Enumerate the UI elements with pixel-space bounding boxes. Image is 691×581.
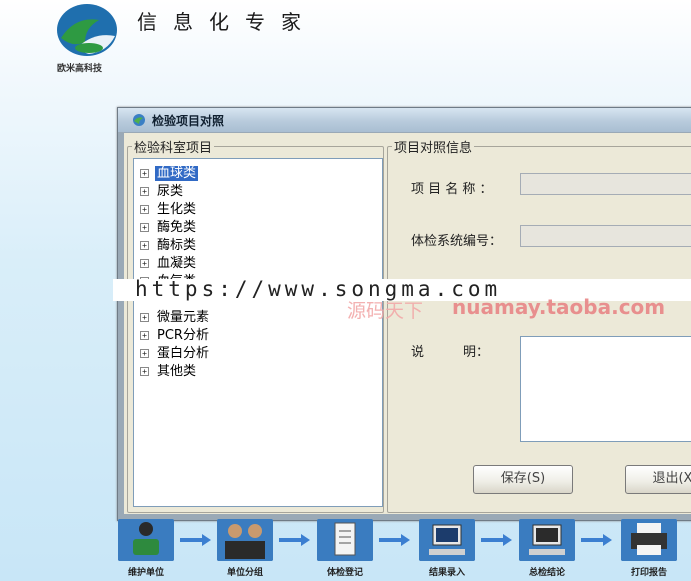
expand-icon[interactable]: +	[140, 367, 149, 376]
watermark-en: nuamay.taoba.com	[452, 295, 666, 319]
description-field[interactable]	[520, 336, 691, 442]
watermark-cn: 源码天下	[347, 300, 424, 322]
expand-icon[interactable]: +	[140, 349, 149, 358]
step-label: 总检结论	[528, 568, 565, 578]
tree-item[interactable]: + 其他类	[140, 360, 198, 379]
tree-item[interactable]: + 蛋白分析	[140, 342, 211, 361]
unit-icon	[118, 519, 174, 561]
expand-icon[interactable]: +	[140, 313, 149, 322]
tree-item[interactable]: + 血凝类	[140, 252, 198, 271]
dialog-client: 检验科室项目 +血球类 +尿类 +生化类 +酶免类 +酶标类 +血凝类 +血气类…	[124, 133, 691, 514]
tree-item[interactable]: + 生化类	[140, 198, 198, 217]
step-label: 结果录入	[428, 568, 465, 578]
mapping-info-legend: 项目对照信息	[394, 141, 473, 156]
step-label: 打印报告	[630, 568, 667, 578]
item-name-field[interactable]	[520, 173, 691, 195]
step-label: 维护单位	[127, 568, 164, 578]
workflow-bar: 维护单位 单位分组 体检登记 结果录入 总检结论 打印报告	[0, 519, 691, 581]
monitor-icon	[519, 519, 575, 561]
expand-icon[interactable]: +	[140, 223, 149, 232]
exam-code-label: 体检系统编号：	[411, 234, 503, 249]
step-summary-conclusion[interactable]: 总检结论	[519, 519, 575, 581]
company-logo	[57, 4, 117, 56]
tree-item[interactable]: + 酶标类	[140, 234, 198, 253]
group-icon	[217, 519, 273, 561]
exit-button[interactable]: 退出(X)	[625, 465, 691, 494]
company-name: 欧米高科技	[57, 64, 103, 74]
step-unit-group[interactable]: 单位分组	[217, 519, 273, 581]
lab-items-legend: 检验科室项目	[134, 141, 213, 156]
step-result-entry[interactable]: 结果录入	[419, 519, 475, 581]
computer-icon	[419, 519, 475, 561]
step-maintain-unit[interactable]: 维护单位	[118, 519, 174, 581]
item-name-label: 项 目 名 称 ：	[411, 182, 493, 197]
tree-item[interactable]: + 酶免类	[140, 216, 198, 235]
expand-icon[interactable]: +	[140, 241, 149, 250]
exam-code-field[interactable]	[520, 225, 691, 247]
tree-item[interactable]: + 尿类	[140, 180, 185, 199]
tree-item[interactable]: + 微量元素	[140, 306, 211, 325]
expand-icon[interactable]: +	[140, 169, 149, 178]
expand-icon[interactable]: +	[140, 187, 149, 196]
expand-icon[interactable]: +	[140, 259, 149, 268]
arrow-icon	[581, 534, 612, 546]
lab-items-tree[interactable]: +血球类 +尿类 +生化类 +酶免类 +酶标类 +血凝类 +血气类 +微量元素 …	[133, 158, 383, 507]
app-icon	[133, 114, 145, 126]
tree-item[interactable]: + PCR分析	[140, 324, 211, 343]
step-label: 体检登记	[326, 568, 363, 578]
arrow-icon	[279, 534, 310, 546]
register-icon	[317, 519, 373, 561]
save-button[interactable]: 保存(S)	[473, 465, 573, 494]
dialog-titlebar: 检验项目对照	[118, 108, 691, 132]
arrow-icon	[379, 534, 410, 546]
arrow-icon	[481, 534, 512, 546]
watermark-url: https://www.songma.com	[135, 277, 502, 301]
dialog-title: 检验项目对照	[152, 114, 225, 128]
printer-icon	[621, 519, 677, 561]
step-print-report[interactable]: 打印报告	[621, 519, 677, 581]
expand-icon[interactable]: +	[140, 205, 149, 214]
description-label: 说 明：	[411, 345, 490, 360]
arrow-icon	[180, 534, 211, 546]
app-title: 信息化专家	[137, 10, 317, 34]
tree-item[interactable]: + 血球类	[140, 162, 199, 181]
step-label: 单位分组	[226, 568, 263, 578]
expand-icon[interactable]: +	[140, 331, 149, 340]
step-exam-register[interactable]: 体检登记	[317, 519, 373, 581]
